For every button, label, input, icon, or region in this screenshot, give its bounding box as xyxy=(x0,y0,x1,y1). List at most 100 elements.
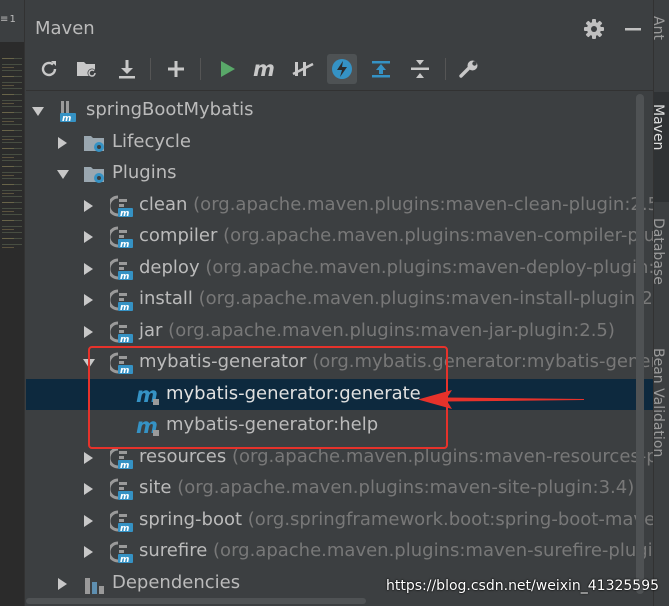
tab-label: Database xyxy=(654,218,666,285)
run-icon[interactable] xyxy=(212,54,242,84)
maven-toolbar: m xyxy=(26,50,653,91)
expand-arrow-icon[interactable] xyxy=(57,170,69,179)
expand-arrow-icon[interactable] xyxy=(84,294,93,306)
plugin-coordinates: (org.apache.maven.plugins:maven-site-plu… xyxy=(177,477,635,498)
editor-tab-stub[interactable]: ≡ 1 xyxy=(0,0,24,42)
add-project-icon[interactable] xyxy=(161,54,191,84)
tab-bean-validation[interactable]: Bean Validation xyxy=(654,340,669,540)
folder-gear-icon xyxy=(84,136,104,152)
tab-maven[interactable]: Maven xyxy=(654,92,669,202)
expand-arrow-icon[interactable] xyxy=(84,263,93,275)
plugin-name: install xyxy=(139,288,193,309)
execute-goal-icon[interactable]: m xyxy=(250,54,280,84)
reimport-folder-icon[interactable] xyxy=(72,54,102,84)
collapse-all-icon[interactable] xyxy=(405,54,435,84)
plugin-coordinates: (org.apache.maven.plugins:maven-resource… xyxy=(231,446,669,467)
show-dependencies-icon[interactable] xyxy=(366,54,396,84)
expand-arrow-icon[interactable] xyxy=(58,137,67,149)
tab-ant[interactable]: Ant xyxy=(654,16,669,86)
tab-label: Ant xyxy=(654,16,666,40)
tree-node-plugin[interactable]: m deploy (org.apache.maven.plugins:maven… xyxy=(26,253,669,284)
plugin-coordinates: (org.apache.maven.plugins:maven-deploy-p… xyxy=(205,257,669,278)
tree-node-plugin[interactable]: m spring-boot (org.springframework.boot:… xyxy=(26,505,667,536)
plugin-coordinates: (org.apache.maven.plugins:maven-compiler… xyxy=(223,225,669,246)
expand-arrow-icon[interactable] xyxy=(84,515,93,527)
maven-plugin-icon: m xyxy=(110,447,133,470)
toggle-offline-icon[interactable] xyxy=(288,54,318,84)
plugin-name: compiler xyxy=(139,225,218,246)
toolbar-separator xyxy=(445,58,446,80)
tree-node-label: Lifecycle xyxy=(112,131,191,152)
tree-node-plugin[interactable]: m surefire (org.apache.maven.plugins:mav… xyxy=(26,536,669,567)
plugin-coordinates: (org.springframework.boot:spring-boot-ma… xyxy=(247,509,667,530)
minimize-icon[interactable] xyxy=(621,17,645,41)
plugin-coordinates: (org.apache.maven.plugins:maven-install-… xyxy=(198,288,669,309)
maven-plugin-icon: m xyxy=(110,510,133,533)
tree-node-label: Dependencies xyxy=(112,572,241,593)
plugin-name: resources xyxy=(139,446,227,467)
expand-arrow-icon[interactable] xyxy=(84,483,93,495)
vertical-scrollbar[interactable] xyxy=(636,94,644,594)
tree-node-lifecycle[interactable]: Lifecycle xyxy=(26,127,653,158)
tree-node-project[interactable]: m springBootMybatis xyxy=(26,95,653,126)
plugin-coordinates: (org.apache.maven.plugins:maven-clean-pl… xyxy=(193,194,667,215)
plugin-name: spring-boot xyxy=(139,509,243,530)
tree-node-plugins[interactable]: Plugins xyxy=(26,158,653,189)
tree-node-label: springBootMybatis xyxy=(86,99,254,120)
tab-label: Maven xyxy=(654,104,666,151)
expand-arrow-icon[interactable] xyxy=(84,231,93,243)
editor-gutter-strip: ≡ 1 xyxy=(0,0,25,606)
maven-plugin-icon: m xyxy=(110,321,133,344)
svg-text:m: m xyxy=(120,461,129,470)
svg-text:m: m xyxy=(120,335,129,344)
tree-node-plugin[interactable]: m compiler (org.apache.maven.plugins:mav… xyxy=(26,221,669,252)
tool-window-header: Maven xyxy=(26,10,653,50)
svg-text:m: m xyxy=(120,524,129,533)
right-tool-strip: Ant Maven Database Bean Validation xyxy=(653,0,669,606)
maven-plugin-icon: m xyxy=(110,289,133,312)
editor-code-preview-secondary xyxy=(2,58,14,248)
tab-database[interactable]: Database xyxy=(654,210,669,330)
gear-icon[interactable] xyxy=(582,17,606,41)
toolbar-separator xyxy=(200,58,201,80)
scrollbar-thumb[interactable] xyxy=(636,94,644,594)
plugin-name: clean xyxy=(139,194,188,215)
plugin-name: site xyxy=(139,477,172,498)
tab-label: Bean Validation xyxy=(654,348,666,458)
svg-text:m: m xyxy=(120,209,129,218)
tree-node-plugin[interactable]: m clean (org.apache.maven.plugins:maven-… xyxy=(26,190,666,221)
plugin-name: jar xyxy=(139,320,163,341)
svg-text:m: m xyxy=(120,492,129,501)
maven-plugin-icon: m xyxy=(110,226,133,249)
maven-plugin-icon: m xyxy=(110,258,133,281)
expand-arrow-icon[interactable] xyxy=(84,326,93,338)
svg-text:m: m xyxy=(120,303,129,312)
expand-arrow-icon[interactable] xyxy=(84,200,93,212)
tree-node-plugin[interactable]: m install (org.apache.maven.plugins:mave… xyxy=(26,284,669,315)
maven-tool-window: Maven m m springBootMybatis Lifecycle Pl… xyxy=(26,0,669,606)
download-sources-icon[interactable] xyxy=(112,54,142,84)
skip-tests-icon[interactable] xyxy=(327,54,357,84)
horizontal-scrollbar[interactable] xyxy=(26,598,366,604)
svg-text:m: m xyxy=(120,272,129,281)
tree-node-plugin[interactable]: m site (org.apache.maven.plugins:maven-s… xyxy=(26,473,653,504)
watermark-text: https://blog.csdn.net/weixin_41325595 xyxy=(386,578,660,594)
reload-all-icon[interactable] xyxy=(34,54,64,84)
expand-arrow-icon[interactable] xyxy=(84,546,93,558)
plugin-name: surefire xyxy=(139,540,208,561)
maven-plugin-icon: m xyxy=(110,541,133,564)
maven-project-icon: m xyxy=(60,101,76,123)
maven-plugin-icon: m xyxy=(110,195,133,218)
expand-arrow-icon[interactable] xyxy=(58,578,67,590)
tool-window-title: Maven xyxy=(35,18,95,39)
plugin-name: deploy xyxy=(139,257,200,278)
tree-node-plugin[interactable]: m jar (org.apache.maven.plugins:maven-ja… xyxy=(26,316,653,347)
expand-arrow-icon[interactable] xyxy=(84,452,93,464)
svg-text:m: m xyxy=(120,240,129,249)
expand-arrow-icon[interactable] xyxy=(32,107,44,116)
tree-node-label: Plugins xyxy=(112,162,177,183)
svg-text:m: m xyxy=(120,555,129,564)
plugin-coordinates: (org.apache.maven.plugins:maven-surefire… xyxy=(213,540,669,561)
highlight-callout-box xyxy=(88,346,448,449)
settings-wrench-icon[interactable] xyxy=(454,54,484,84)
